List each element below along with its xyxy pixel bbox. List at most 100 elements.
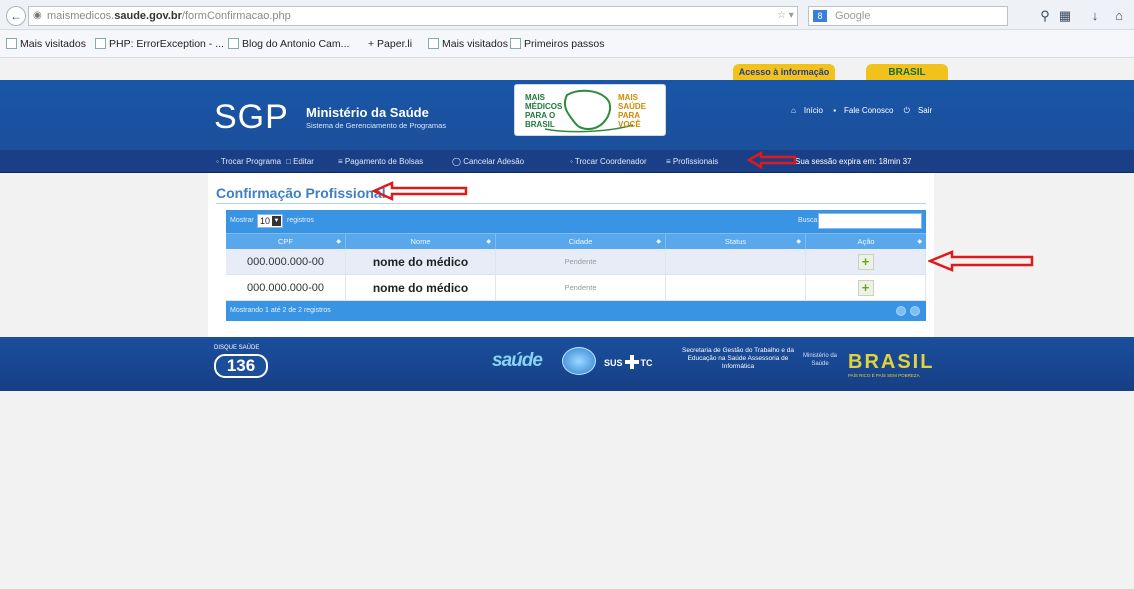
chevron-down-icon: ▼ [272,216,281,226]
cell-status [666,249,806,275]
url-host: saude.gov.br [114,10,182,22]
bookmark-item[interactable]: Blog do Antonio Cam... [228,38,349,50]
nav-profissionais[interactable]: ≡ Profissionais [666,157,718,166]
address-bar[interactable]: ◉ maismedicos.saude.gov.br/formConfirmac… [28,6,798,26]
chat-icon: ▪ [833,106,837,115]
cell-acao: + [806,249,926,275]
page-size-select[interactable]: 10 ▼ [257,214,283,228]
search-placeholder: Google [835,10,871,22]
disque-saude-logo: DISQUE SAÚDE 136 [214,345,270,383]
brasil-logo: BRASIL PAÍS RICO É PAÍS SEM POBREZA [846,345,938,378]
column-header-nome[interactable]: Nome ◆ [346,234,496,250]
nav-cancelar-adesao[interactable]: ◯ Cancelar Adesão [452,157,524,166]
inicio-link[interactable]: Início [804,106,823,115]
site-footer: DISQUE SAÚDE 136 saúde SUS TC Secretaria … [0,337,1134,391]
bookmark-icon [228,38,239,49]
confirm-add-button[interactable]: + [857,254,874,270]
column-header-acao[interactable]: Ação ◆ [806,234,926,250]
nav-pagamento-bolsas[interactable]: ≡ Pagamento de Bolsas [338,157,423,166]
title-divider [216,203,926,204]
ministry-subtitle: Sistema de Gerenciamento de Programas [306,121,447,130]
cell-nome: nome do médico [346,275,496,301]
home-icon: ⌂ [791,106,796,115]
program-logo-left: MAIS MÉDICOS PARA O BRASIL [525,93,563,129]
brasil-wordmark: BRASIL [848,351,935,373]
confirm-add-button[interactable]: + [857,280,874,296]
bookmarks-menu-icon[interactable]: ▦ [1056,7,1074,25]
sort-icon: ◆ [656,239,661,245]
bookmark-item[interactable]: Mais visitados [428,38,508,50]
search-icon[interactable]: ⚲ [1036,7,1054,25]
back-button[interactable]: ← [6,6,26,26]
site-header: SGP Ministério da Saúde Sistema de Geren… [0,80,1134,150]
table-row: 000.000.000-00 nome do médico Pendente + [226,249,926,275]
annotation-arrow-row [928,250,1034,272]
bookmark-icon [95,38,106,49]
sgp-logo[interactable]: SGP [214,98,289,137]
home-icon[interactable]: ⌂ [1110,7,1128,25]
bookmark-item[interactable]: + Paper.li [368,38,412,50]
bookmark-icon [428,38,439,49]
power-icon: ⏻ [903,106,910,115]
bookmark-item[interactable]: Mais visitados [6,38,86,50]
bookmark-item[interactable]: PHP: ErrorException - ... [95,38,224,50]
cell-cpf: 000.000.000-00 [226,249,346,275]
fale-conosco-link[interactable]: Fale Conosco [844,106,893,115]
previous-page-button[interactable] [896,306,906,316]
program-logo-right: MAIS SAÚDE PARA VOCÊ [618,93,647,129]
cell-acao: + [806,275,926,301]
cross-icon [624,355,639,369]
url-path: /formConfirmacao.php [181,10,291,22]
cell-status [666,275,806,301]
disque-label: DISQUE SAÚDE [214,345,260,351]
download-icon[interactable]: ↓ [1086,7,1104,25]
sus-logo: SUS TC [604,355,653,369]
page-title: Confirmação Profissional [216,185,386,201]
nav-editar[interactable]: □ Editar [286,157,314,166]
ministry-title: Ministério da Saúde [306,105,429,120]
table-header: CPF ◆ Nome ◆ Cidade ◆ Status ◆ Ação ◆ [226,233,926,250]
column-header-cidade[interactable]: Cidade ◆ [496,234,666,250]
secretaria-text: Secretaria de Gestão do Trabalho e da Ed… [681,347,795,370]
saude-logo: saúde [492,350,543,371]
search-engine-icon: 8 [813,10,827,22]
column-header-status[interactable]: Status ◆ [666,234,806,250]
cell-cidade: Pendente [496,249,666,275]
cell-cidade: Pendente [496,275,666,301]
globe-icon: ◉ [33,10,42,21]
table-search-input[interactable] [818,213,922,229]
browser-toolbar: ← ◉ maismedicos.saude.gov.br/formConfirm… [0,0,1134,30]
table-footer: Mostrando 1 até 2 de 2 registros [226,301,926,321]
annotation-arrow-nav [747,151,797,169]
records-summary: Mostrando 1 até 2 de 2 registros [230,307,331,314]
sort-icon: ◆ [336,239,341,245]
ministerio-text: Ministério da Saúde [802,353,837,367]
cell-nome: nome do médico [346,249,496,275]
brasil-link[interactable]: BRASIL [866,64,948,81]
page-root: ← ◉ maismedicos.saude.gov.br/formConfirm… [0,0,1134,589]
browser-search-input[interactable]: 8 Google [808,6,1008,26]
sort-icon: ◆ [917,239,922,245]
sort-icon: ◆ [796,239,801,245]
main-panel: Confirmação Profissional Mostrar 10 ▼ reg… [208,173,934,337]
next-page-button[interactable] [910,306,920,316]
bookmarks-bar: Mais visitados PHP: ErrorException - ...… [0,30,1134,58]
show-label: Mostrar [230,217,254,224]
url-bar-controls[interactable]: ☆ ▾ C [777,7,797,25]
nav-trocar-coordenador[interactable]: ◦ Trocar Coordenador [570,157,647,166]
nav-trocar-programa[interactable]: ◦ Trocar Programa [216,157,281,166]
sair-link[interactable]: Sair [918,106,932,115]
records-label: registros [287,217,314,224]
cell-cpf: 000.000.000-00 [226,275,346,301]
mais-medicos-logo: MAIS MÉDICOS PARA O BRASIL MAIS SAÚDE PA… [514,84,666,136]
column-header-cpf[interactable]: CPF ◆ [226,234,346,250]
disque-number: 136 [214,354,268,378]
globe-icon [562,347,596,375]
acesso-informacao-link[interactable]: Acesso à informação [733,64,835,81]
main-nav: ◦ Trocar Programa □ Editar ≡ Pagamento d… [0,150,1134,173]
url-prefix: maismedicos. [47,10,115,22]
annotation-arrow-title [372,181,468,201]
bookmark-icon [510,38,521,49]
bookmark-item[interactable]: Primeiros passos [510,38,605,50]
sort-icon: ◆ [486,239,491,245]
